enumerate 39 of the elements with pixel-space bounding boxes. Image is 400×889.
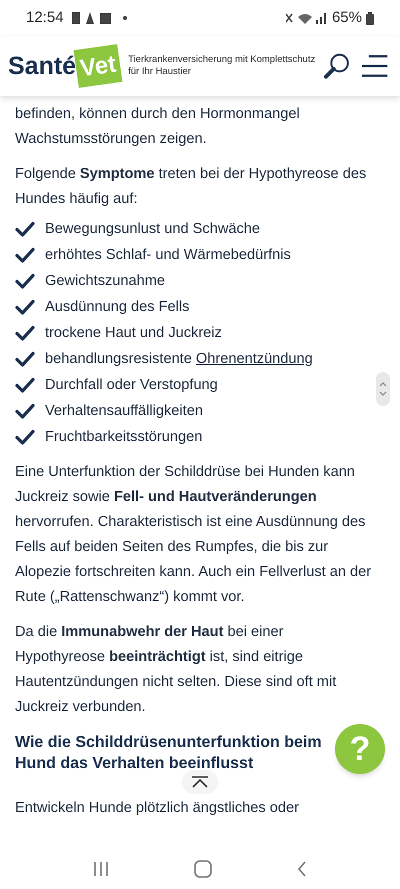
checkmark-icon — [15, 299, 35, 315]
checkmark-icon — [15, 273, 35, 289]
checkmark-icon — [15, 247, 35, 263]
menu-icon[interactable] — [360, 54, 388, 78]
home-icon[interactable] — [194, 860, 212, 878]
checkmark-icon — [15, 351, 35, 367]
signal-icons — [286, 11, 328, 25]
list-item-text: Durchfall oder Verstopfung — [45, 376, 218, 394]
notification-icons — [72, 11, 130, 25]
scroll-thumb[interactable] — [376, 372, 390, 406]
paragraph: Folgende Symptome treten bei der Hypothyreose des Hundes häufig auf: — [15, 165, 368, 209]
link[interactable]: Ohrenentzündung — [196, 350, 313, 366]
list-item-text: Verhaltensauffälligkeiten — [45, 402, 203, 420]
search-icon[interactable] — [323, 52, 351, 80]
list-item-text: erhöhtes Schlaf- und Wärmebedürfnis — [45, 246, 291, 264]
checkmark-icon — [15, 325, 35, 341]
recent-apps-icon[interactable] — [92, 861, 109, 877]
checkmark-icon — [15, 221, 35, 237]
clock-time: 12:54 — [26, 8, 64, 28]
checkmark-icon — [15, 403, 35, 419]
section-heading: Wie die Schilddrüsenunterfunktion beim Hund das Verhalten beeinflusst — [15, 733, 323, 774]
list-item-text: behandlungsresistente Ohrenentzündung — [45, 350, 313, 368]
paragraph: Da die Immunabwehr der Haut bei einer Hypothyreose beeinträchtigt ist, sind eitrige Hautentzündungen nicht selten. Diese sind oft mit Juckreiz verbunden. — [15, 623, 338, 717]
checkmark-icon — [15, 377, 35, 393]
list-item-text: Bewegungsunlust und Schwäche — [45, 220, 260, 238]
battery-percentage: 65% — [332, 8, 362, 28]
paragraph: Entwickeln Hunde plötzlich ängstliches oder — [15, 799, 300, 818]
list-item-text: Gewichtszunahme — [45, 272, 166, 290]
list-item-text: Ausdünnung des Fells — [45, 298, 190, 316]
tagline: Tierkrankenversicherung mit Komplettschutz für Ihr Haustier — [128, 54, 316, 78]
paragraph: Eine Unterfunktion der Schilddrüse bei Hunden kann Juckreiz sowie Fell- und Hautveränderungen hervorrufen. Charakteristisch ist eine Ausdünnung des Fells auf beiden Seiten des Rumpfes, die bis zur Alopezie fortschreiten kann. Auch ein Fellverlust an der Rute („Rattenschwanz“) kommt vor. — [15, 463, 372, 607]
scroll-to-top-button[interactable] — [182, 770, 218, 794]
chevron-up-icon — [191, 776, 209, 788]
list-item-text: trockene Haut und Juckreiz — [45, 324, 222, 342]
battery-icon — [366, 12, 374, 24]
list-item-text: Fruchtbarkeitsstörungen — [45, 428, 202, 446]
checkmark-icon — [15, 429, 35, 445]
paragraph: befinden, können durch den Hormonmangel Wachstumsstörungen zeigen. — [15, 105, 301, 149]
back-icon[interactable] — [297, 861, 308, 877]
